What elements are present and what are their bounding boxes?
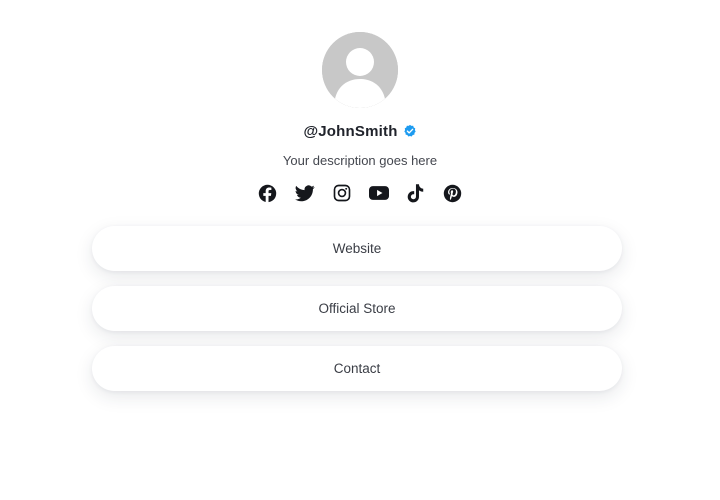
twitter-icon[interactable] <box>294 183 315 203</box>
official-store-link-button[interactable]: Official Store <box>92 286 622 331</box>
website-link-button[interactable]: Website <box>92 226 622 271</box>
avatar <box>322 32 398 108</box>
contact-link-button[interactable]: Contact <box>92 346 622 391</box>
profile-description: Your description goes here <box>282 153 438 168</box>
user-silhouette-icon <box>322 32 398 108</box>
verified-badge-icon <box>403 124 417 138</box>
tiktok-icon[interactable] <box>406 183 426 203</box>
pinterest-icon[interactable] <box>443 183 463 203</box>
link-label: Official Store <box>318 301 396 316</box>
username: @JohnSmith <box>303 122 398 140</box>
instagram-icon[interactable] <box>332 183 352 203</box>
youtube-icon[interactable] <box>368 183 389 203</box>
social-icons-row <box>258 183 463 203</box>
username-row: @JohnSmith <box>303 122 416 140</box>
link-list: Website Official Store Contact <box>92 226 622 391</box>
link-label: Website <box>332 241 382 256</box>
link-in-bio-page: @JohnSmith Your description goes here We… <box>0 0 720 500</box>
profile-header: @JohnSmith Your description goes here <box>0 32 720 203</box>
link-label: Contact <box>333 361 381 376</box>
facebook-icon[interactable] <box>258 183 278 203</box>
